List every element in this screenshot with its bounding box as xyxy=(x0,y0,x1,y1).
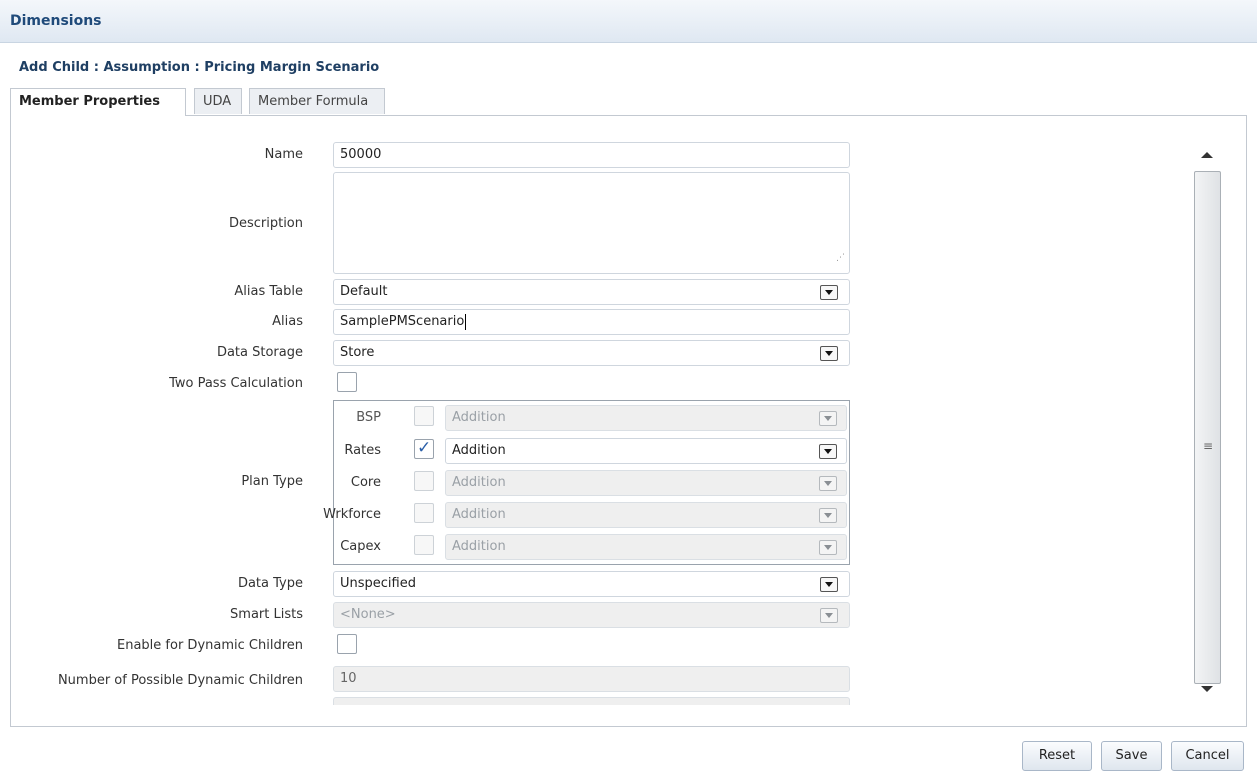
smart-lists-label: Smart Lists xyxy=(230,607,303,622)
plan-label-bsp: BSP xyxy=(356,410,381,425)
cancel-button[interactable]: Cancel xyxy=(1171,741,1244,771)
chevron-down-icon[interactable] xyxy=(820,577,838,592)
plan-select-wrkforce[interactable]: Addition xyxy=(445,502,847,528)
num-dynamic-children-label: Number of Possible Dynamic Children xyxy=(57,673,303,688)
vertical-scrollbar[interactable]: ≡ xyxy=(1193,139,1223,701)
description-label: Description xyxy=(228,216,303,231)
alias-field[interactable]: SamplePMScenario xyxy=(333,309,850,335)
alias-table-select[interactable]: Default xyxy=(333,279,850,305)
dynamic-children-label: Enable for Dynamic Children xyxy=(117,638,303,653)
plan-checkbox-bsp[interactable] xyxy=(414,406,434,426)
chevron-down-icon[interactable] xyxy=(819,540,837,555)
data-storage-label: Data Storage xyxy=(216,345,303,360)
smart-lists-select[interactable]: <None> xyxy=(333,602,850,628)
dynamic-children-checkbox[interactable] xyxy=(337,634,357,654)
plan-label-wrkforce: Wrkforce xyxy=(323,507,381,522)
scroll-down-arrow-icon[interactable] xyxy=(1201,686,1213,692)
name-field[interactable]: 50000 xyxy=(333,142,850,168)
plan-select-bsp[interactable]: Addition xyxy=(445,405,847,431)
plan-checkbox-core[interactable] xyxy=(414,471,434,491)
text-caret xyxy=(465,313,467,330)
plan-checkbox-rates[interactable]: ✓ xyxy=(414,438,434,459)
alias-value: SamplePMScenario xyxy=(340,314,465,329)
chevron-down-icon[interactable] xyxy=(820,285,838,300)
checkmark-icon: ✓ xyxy=(417,438,432,458)
scrollbar-thumb[interactable]: ≡ xyxy=(1194,171,1221,684)
num-dynamic-children-field[interactable]: 10 xyxy=(333,666,850,692)
save-button[interactable]: Save xyxy=(1101,741,1162,771)
data-type-label: Data Type xyxy=(237,576,303,591)
chevron-down-icon[interactable] xyxy=(819,508,837,523)
data-storage-select[interactable]: Store xyxy=(333,340,850,366)
description-field[interactable]: ⋰ xyxy=(333,172,850,274)
plan-checkbox-wrkforce[interactable] xyxy=(414,503,434,523)
next-row-field-partial xyxy=(333,697,850,705)
reset-button[interactable]: Reset xyxy=(1022,741,1092,771)
alias-table-label: Alias Table xyxy=(234,284,303,299)
resize-grip-icon[interactable]: ⋰ xyxy=(836,246,845,270)
chevron-down-icon[interactable] xyxy=(819,476,837,491)
plan-label-core: Core xyxy=(350,475,381,490)
plan-checkbox-capex[interactable] xyxy=(414,535,434,555)
data-type-select[interactable]: Unspecified xyxy=(333,571,850,597)
name-label: Name xyxy=(264,147,303,162)
grip-icon: ≡ xyxy=(1203,439,1214,453)
alias-label: Alias xyxy=(272,314,303,329)
plan-select-core[interactable]: Addition xyxy=(445,470,847,496)
plan-label-capex: Capex xyxy=(340,539,381,554)
plan-select-rates[interactable]: Addition xyxy=(445,438,847,464)
chevron-down-icon[interactable] xyxy=(819,411,837,426)
chevron-down-icon[interactable] xyxy=(820,608,838,623)
two-pass-checkbox[interactable] xyxy=(337,372,357,392)
scroll-up-arrow-icon[interactable] xyxy=(1201,152,1213,158)
chevron-down-icon[interactable] xyxy=(819,444,837,459)
plan-type-label: Plan Type xyxy=(241,474,303,489)
two-pass-label: Two Pass Calculation xyxy=(169,376,303,391)
chevron-down-icon[interactable] xyxy=(820,346,838,361)
plan-label-rates: Rates xyxy=(344,443,381,458)
tab-member-properties[interactable]: Member Properties xyxy=(10,88,186,116)
plan-select-capex[interactable]: Addition xyxy=(445,534,847,560)
